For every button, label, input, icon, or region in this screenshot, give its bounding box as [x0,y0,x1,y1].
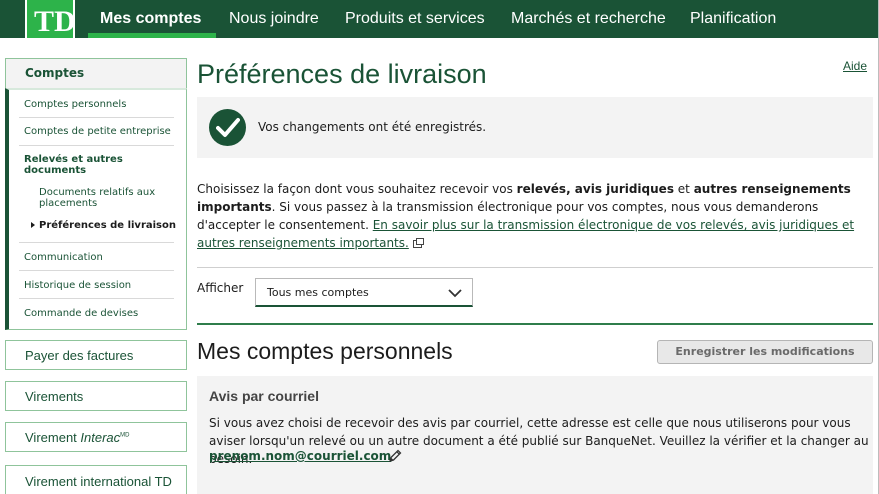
sidebar-section-label: Virements [25,389,84,404]
success-message: Vos changements ont été enregistrés. [258,120,487,134]
external-link-icon [412,238,424,248]
sidebar-item-commande-devises[interactable]: Commande de devises [24,308,138,319]
account-filter-value: Tous mes comptes [267,286,369,299]
sidebar-section-label: Payer des factures [25,348,134,363]
section-title: Mes comptes personnels [197,338,453,364]
top-navigation: TD Mes comptes Nous joindre Produits et … [0,0,879,40]
nav-active-indicator [88,33,216,38]
sidebar-accounts-list [5,88,187,330]
td-logo[interactable]: TD [25,0,75,40]
intro-text: Choisissez la façon dont vous souhaitez … [197,182,517,196]
email-notification-panel: Avis par courriel Si vous avez choisi de… [197,376,873,494]
sidebar-section-label: Virement international TD [25,474,172,489]
sidebar-heading-label: Comptes [25,66,85,80]
success-banner: Vos changements ont été enregistrés. [197,97,873,158]
divider [197,267,873,268]
interac-trademark: MD [120,432,130,439]
page-title: Préférences de livraison [197,59,487,89]
sidebar-divider [19,298,174,299]
sidebar-item-communication[interactable]: Communication [24,252,103,263]
nav-planification[interactable]: Planification [690,0,776,38]
interac-brand: Interac [80,430,121,445]
chevron-down-icon [448,289,462,298]
nav-nous-joindre[interactable]: Nous joindre [229,0,319,38]
account-filter-select[interactable]: Tous mes comptes [255,278,473,307]
section-divider [197,323,873,325]
intro-text: et [673,182,694,196]
checkmark-icon [209,109,246,146]
current-page-arrow-icon [31,222,35,228]
sidebar-item-petite-entreprise[interactable]: Comptes de petite entreprise [24,126,171,137]
help-link[interactable]: Aide [843,59,867,73]
sidebar-divider [19,270,174,271]
sidebar-item-historique-session[interactable]: Historique de session [24,280,131,291]
sidebar-section-virements[interactable]: Virements [5,381,187,411]
pencil-edit-icon[interactable] [387,448,403,464]
sidebar-item-releves[interactable]: Relevés et autres documents [24,154,164,176]
sidebar-divider [19,145,174,146]
email-address-link[interactable]: prenom.nom@courriel.com [209,449,391,463]
intro-paragraph: Choisissez la façon dont vous souhaitez … [197,180,873,252]
email-panel-title: Avis par courriel [209,388,319,404]
intro-bold: relevés, avis juridiques [516,182,674,196]
sidebar-section-virement-interac[interactable]: Virement InteracMD [5,422,187,452]
sidebar-item-documents-placements[interactable]: Documents relatifs aux placements [39,187,179,209]
sidebar-divider [19,242,174,243]
sidebar-section-virement-international[interactable]: Virement international TD [5,465,187,494]
td-logo-icon: TD [34,5,73,36]
save-changes-button[interactable]: Enregistrer les modifications [657,340,873,364]
sidebar-divider [19,117,174,118]
sidebar-item-preferences-livraison[interactable]: Préférences de livraison [39,220,176,231]
sidebar-section-payer-factures[interactable]: Payer des factures [5,340,187,370]
svg-text:TD: TD [34,5,73,36]
sidebar-item-comptes-personnels[interactable]: Comptes personnels [24,99,126,110]
nav-produits-services[interactable]: Produits et services [345,0,485,38]
sidebar-heading[interactable]: Comptes [5,58,187,88]
sidebar-section-label: Virement InteracMD [25,430,130,445]
filter-label: Afficher [197,281,244,295]
interac-prefix: Virement [25,430,81,445]
nav-marches-recherche[interactable]: Marchés et recherche [511,0,666,38]
